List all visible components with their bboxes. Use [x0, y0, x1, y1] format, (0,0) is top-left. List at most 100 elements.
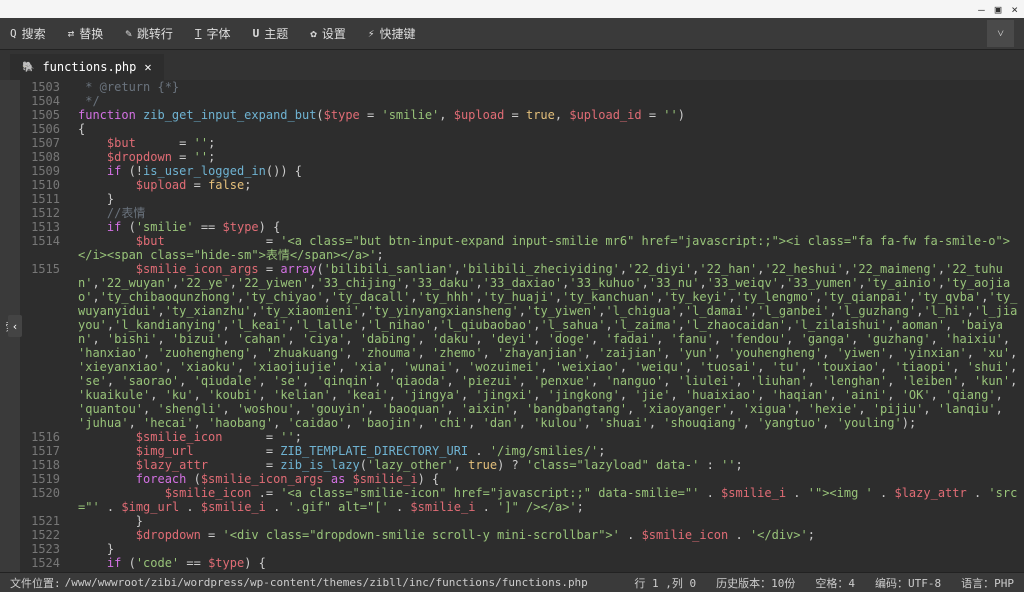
code-text: $upload = false;	[70, 178, 1024, 192]
code-line: 1503 * @return {*}	[20, 80, 1024, 94]
gear-icon: ✿	[310, 27, 317, 40]
code-line: 1518 $lazy_attr = zib_is_lazy('lazy_othe…	[20, 458, 1024, 472]
goto-icon: ✎	[125, 27, 132, 40]
tabbar: 🐘 functions.php ✕	[0, 50, 1024, 80]
php-file-icon: 🐘	[22, 62, 34, 73]
font-icon: T	[195, 27, 202, 40]
line-number: 1508	[20, 150, 70, 164]
file-path-label: 文件位置:	[10, 575, 61, 591]
settings-label: 设置	[322, 25, 346, 42]
code-line: 1521 }	[20, 514, 1024, 528]
replace-label: 替换	[79, 25, 103, 42]
statusbar: 文件位置: /www/wwwroot/zibi/wordpress/wp-con…	[0, 572, 1024, 592]
code-text: * @return {*}	[70, 80, 1024, 94]
line-number: 1511	[20, 192, 70, 206]
settings-button[interactable]: ✿ 设置	[310, 25, 346, 42]
line-number: 1522	[20, 528, 70, 542]
tab-functions-php[interactable]: 🐘 functions.php ✕	[10, 54, 164, 80]
code-line: 1515 $smilie_icon_args = array('bilibili…	[20, 262, 1024, 430]
code-text: $dropdown = '<div class="dropdown-smilie…	[70, 528, 1024, 542]
replace-icon: ⇄	[68, 27, 75, 40]
line-number: 1519	[20, 472, 70, 486]
code-text: $smilie_icon_args = array('bilibili_sanl…	[70, 262, 1024, 430]
code-line: 1509 if (!is_user_logged_in()) {	[20, 164, 1024, 178]
code-line: 1513 if ('smilie' == $type) {	[20, 220, 1024, 234]
file-path: /www/wwwroot/zibi/wordpress/wp-content/t…	[65, 576, 588, 589]
code-text: if ('code' == $type) {	[70, 556, 1024, 570]
theme-button[interactable]: U 主题	[253, 25, 289, 42]
bolt-icon: ⚡	[368, 27, 375, 40]
code-text: function zib_get_input_expand_but($type …	[70, 108, 1024, 122]
theme-icon: U	[253, 27, 260, 40]
code-editor[interactable]: 1503 * @return {*}1504 */1505function zi…	[20, 80, 1024, 572]
code-text: if (!is_user_logged_in()) {	[70, 164, 1024, 178]
cursor-position[interactable]: 行 1 ,列 0	[634, 575, 696, 591]
search-button[interactable]: Q 搜索	[10, 25, 46, 42]
line-number: 1505	[20, 108, 70, 122]
line-number: 1513	[20, 220, 70, 234]
font-label: 字体	[207, 25, 231, 42]
tab-filename: functions.php	[42, 60, 136, 74]
theme-label: 主题	[264, 25, 288, 42]
code-line: 1516 $smilie_icon = '';	[20, 430, 1024, 444]
search-icon: Q	[10, 27, 17, 40]
indent-status[interactable]: 空格：4	[815, 575, 855, 591]
code-text: foreach ($smilie_icon_args as $smilie_i)…	[70, 472, 1024, 486]
shortcuts-button[interactable]: ⚡ 快捷键	[368, 25, 416, 42]
code-text: $smilie_icon = '';	[70, 430, 1024, 444]
font-button[interactable]: T 字体	[195, 25, 231, 42]
line-number: 1503	[20, 80, 70, 94]
code-line: 1520 $smilie_icon .= '<a class="smilie-i…	[20, 486, 1024, 514]
shortcuts-label: 快捷键	[379, 25, 415, 42]
code-text: $img_url = ZIB_TEMPLATE_DIRECTORY_URI . …	[70, 444, 1024, 458]
line-number: 1520	[20, 486, 70, 500]
editor-wrap: 索 ‹ 1503 * @return {*}1504 */1505functio…	[0, 80, 1024, 572]
code-text: }	[70, 542, 1024, 556]
close-window-button[interactable]: ×	[1011, 3, 1018, 16]
goto-line-button[interactable]: ✎ 跳转行	[125, 25, 173, 42]
code-text: $dropdown = '';	[70, 150, 1024, 164]
goto-label: 跳转行	[137, 25, 173, 42]
line-number: 1506	[20, 122, 70, 136]
code-line: 1512 //表情	[20, 206, 1024, 220]
code-text: */	[70, 94, 1024, 108]
line-number: 1510	[20, 178, 70, 192]
code-line: 1522 $dropdown = '<div class="dropdown-s…	[20, 528, 1024, 542]
code-line: 1510 $upload = false;	[20, 178, 1024, 192]
collapse-sidebar-button[interactable]: ‹	[8, 315, 22, 337]
line-number: 1507	[20, 136, 70, 150]
maximize-button[interactable]: ▣	[995, 3, 1002, 16]
toolbar: Q 搜索 ⇄ 替换 ✎ 跳转行 T 字体 U 主题 ✿ 设置 ⚡ 快捷键 ˅	[0, 18, 1024, 50]
code-text: //表情	[70, 206, 1024, 220]
line-number: 1524	[20, 556, 70, 570]
toolbar-expand-button[interactable]: ˅	[987, 20, 1014, 47]
search-label: 搜索	[22, 25, 46, 42]
line-number: 1518	[20, 458, 70, 472]
code-line: 1507 $but = '';	[20, 136, 1024, 150]
history-status[interactable]: 历史版本：10份	[716, 575, 795, 591]
minimize-button[interactable]: —	[978, 3, 985, 16]
line-number: 1514	[20, 234, 70, 248]
code-line: 1519 foreach ($smilie_icon_args as $smil…	[20, 472, 1024, 486]
code-line: 1524 if ('code' == $type) {	[20, 556, 1024, 570]
language-status[interactable]: 语言：PHP	[961, 575, 1014, 591]
code-line: 1504 */	[20, 94, 1024, 108]
code-line: 1523 }	[20, 542, 1024, 556]
code-text: $smilie_icon .= '<a class="smilie-icon" …	[70, 486, 1024, 514]
code-text: }	[70, 192, 1024, 206]
code-text: $lazy_attr = zib_is_lazy('lazy_other', t…	[70, 458, 1024, 472]
code-text: if ('smilie' == $type) {	[70, 220, 1024, 234]
code-text: }	[70, 514, 1024, 528]
code-line: 1511 }	[20, 192, 1024, 206]
code-text: {	[70, 122, 1024, 136]
line-number: 1512	[20, 206, 70, 220]
line-number: 1523	[20, 542, 70, 556]
code-text: $but = '<a class="but btn-input-expand i…	[70, 234, 1024, 262]
encoding-status[interactable]: 编码：UTF-8	[875, 575, 941, 591]
code-line: 1514 $but = '<a class="but btn-input-exp…	[20, 234, 1024, 262]
code-line: 1506{	[20, 122, 1024, 136]
window-titlebar: — ▣ ×	[0, 0, 1024, 18]
line-number: 1515	[20, 262, 70, 276]
tab-close-button[interactable]: ✕	[144, 60, 151, 74]
replace-button[interactable]: ⇄ 替换	[68, 25, 104, 42]
